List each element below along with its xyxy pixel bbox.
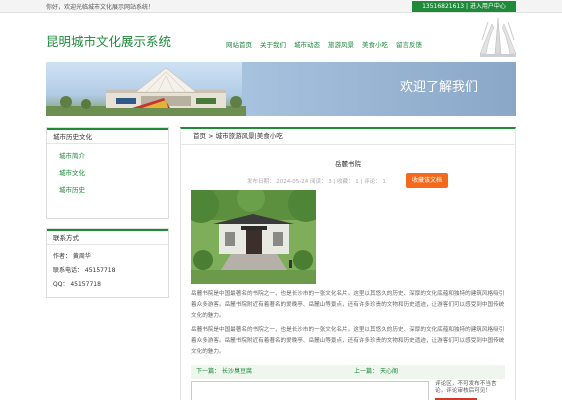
pager-next-link[interactable]: 天心阁 [380,368,398,375]
comment-input[interactable] [191,381,429,400]
nav-news[interactable]: 城市动态 [290,39,324,49]
header: 昆明城市文化展示系统 网站首页 关于我们 城市动态 旅游风景 美食小吃 留言反馈 [0,14,562,61]
sidebar-contact-box: 联系方式 作者： 黄周华 联系电话： 45157718 QQ： 45157718 [46,228,169,298]
main-nav: 网站首页 关于我们 城市动态 旅游风景 美食小吃 留言反馈 [222,39,426,49]
article-pager: 下一篇： 长沙臭豆腐 上一篇： 天心阁 [191,365,505,379]
user-center-button[interactable]: 13516821613 | 进入用户中心 [412,1,516,12]
article-photo [191,190,316,284]
sidebar-item-city-intro[interactable]: 城市简介 [47,148,168,165]
breadcrumb: 首页 > 城市旅游风景|美食小吃 [181,129,515,145]
article-panel: 首页 > 城市旅游风景|美食小吃 岳麓书院 发布日期： 2024-05-24 阅… [180,127,516,400]
favorite-button[interactable]: 收藏该文档 [406,173,448,188]
nav-tourism[interactable]: 旅游风景 [324,39,358,49]
nav-feedback[interactable]: 留言反馈 [392,39,426,49]
sidebar-history-title: 城市历史文化 [47,128,168,144]
contact-phone: 联系电话： 45157718 [53,267,116,274]
sidebar-item-city-history[interactable]: 城市历史 [47,182,168,199]
banner-building-image [46,67,246,116]
site-title: 昆明城市文化展示系统 [46,34,172,49]
pager-prev-label: 下一篇： [196,368,221,375]
pager-prev: 下一篇： 长沙臭豆腐 [196,365,252,379]
nav-about[interactable]: 关于我们 [256,39,290,49]
sidebar-item-city-culture[interactable]: 城市文化 [47,165,168,182]
banner-title: 欢迎了解我们 [400,80,479,95]
pager-next-label: 上一篇： [354,368,379,375]
comment-note: 评论区，不可发布不当言论，评论审核后可见！ [435,381,497,394]
pager-next: 上一篇： 天心阁 [354,365,398,379]
sidebar-contact-title: 联系方式 [47,229,168,245]
contact-author: 作者： 黄周华 [53,253,91,260]
sidebar-history-box: 城市历史文化 城市简介 城市文化 城市历史 [46,127,169,219]
top-bar: 你好，欢迎光临城市文化展示网站系统！ 13516821613 | 进入用户中心 [0,0,562,13]
landmark-logo-icon [479,17,517,57]
contact-qq: QQ： 45157718 [53,281,101,288]
article-title: 岳麓书院 [335,160,361,168]
article-paragraph: 岳麓书院是中国最著名的书院之一，也是长沙市的一张文化名片。这里以其悠久的历史、深… [191,291,505,319]
article-meta: 发布日期： 2024-05-24 阅读： 3 | 收藏： 1 | 评论： 1 [247,179,386,185]
welcome-text: 你好，欢迎光临城市文化展示网站系统！ [46,4,155,11]
article-paragraph: 岳麓书院是中国最著名的书院之一，也是长沙市的一张文化名片。这里以其悠久的历史、深… [191,327,505,355]
nav-home[interactable]: 网站首页 [222,39,256,49]
nav-food[interactable]: 美食小吃 [358,39,392,49]
banner: 欢迎了解我们 [46,62,516,116]
pager-prev-link[interactable]: 长沙臭豆腐 [222,368,252,375]
